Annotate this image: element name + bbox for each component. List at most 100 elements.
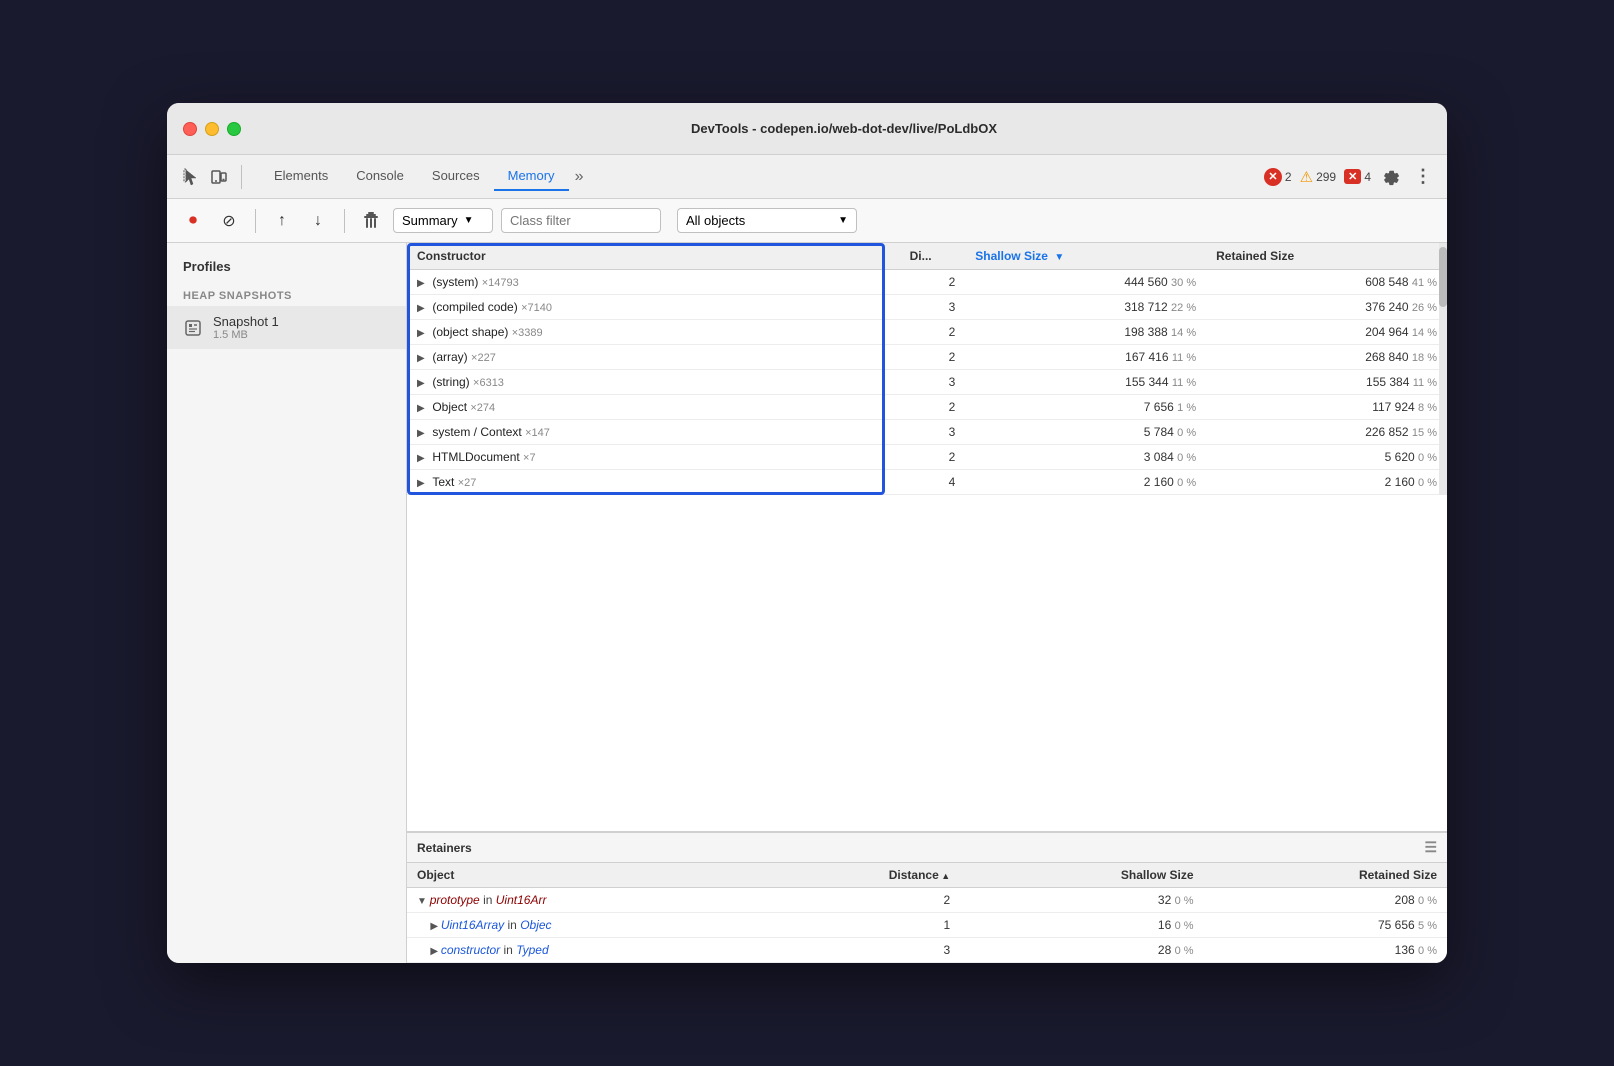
ret-object-cell: ▼ prototype in Uint16Arr bbox=[407, 888, 850, 913]
constructor-name: HTMLDocument bbox=[432, 450, 519, 464]
table-row[interactable]: ▶ system / Context ×147 3 5 784 0 % 226 … bbox=[407, 420, 1447, 445]
more-tabs-button[interactable]: » bbox=[569, 164, 590, 190]
memory-toolbar: ⏺ ⊘ ↑ ↓ Summary ▼ All objects ▼ bbox=[167, 199, 1447, 243]
scrollbar-thumb[interactable] bbox=[1439, 247, 1447, 307]
retained-cell: 5 620 0 % bbox=[1206, 445, 1447, 470]
constructor-name: system / Context bbox=[432, 425, 521, 439]
constructor-count: ×227 bbox=[471, 352, 496, 364]
table-row[interactable]: ▶ HTMLDocument ×7 2 3 084 0 % 5 620 0 % bbox=[407, 445, 1447, 470]
expand-arrow[interactable]: ▶ bbox=[417, 278, 429, 289]
tab-memory[interactable]: Memory bbox=[494, 162, 569, 191]
more-options-icon[interactable]: ⋮ bbox=[1411, 165, 1435, 189]
error-count: 2 bbox=[1285, 170, 1292, 184]
table-row[interactable]: ▶ (string) ×6313 3 155 344 11 % 155 384 … bbox=[407, 370, 1447, 395]
constructor-cell: ▶ (string) ×6313 bbox=[407, 370, 900, 395]
download-button[interactable]: ↓ bbox=[304, 207, 332, 235]
constructor-cell: ▶ (array) ×227 bbox=[407, 345, 900, 370]
ret-distance-cell: 1 bbox=[850, 913, 961, 938]
record-button[interactable]: ⏺ bbox=[179, 207, 207, 235]
expand-arrow[interactable]: ▼ bbox=[417, 896, 430, 907]
col-distance[interactable]: Di... bbox=[900, 243, 966, 270]
error-icon: ✕ bbox=[1264, 168, 1282, 186]
ret-obj2: Typed bbox=[516, 943, 548, 957]
constructor-name: (string) bbox=[432, 375, 469, 389]
snapshot-name: Snapshot 1 bbox=[213, 314, 279, 329]
expand-arrow[interactable]: ▶ bbox=[430, 946, 440, 957]
snapshot-1-item[interactable]: Snapshot 1 1.5 MB bbox=[167, 306, 406, 349]
right-panel: Constructor Di... Shallow Size ▼ bbox=[407, 243, 1447, 963]
table-scrollbar[interactable] bbox=[1439, 243, 1447, 495]
table-row[interactable]: ▶ (system) ×14793 2 444 560 30 % 608 548… bbox=[407, 270, 1447, 295]
expand-arrow[interactable]: ▶ bbox=[417, 378, 429, 389]
table-row[interactable]: ▶ (array) ×227 2 167 416 11 % 268 840 18… bbox=[407, 345, 1447, 370]
table-row[interactable]: ▶ Text ×27 4 2 160 0 % 2 160 0 % bbox=[407, 470, 1447, 495]
shallow-cell: 2 160 0 % bbox=[965, 470, 1206, 495]
retainer-row[interactable]: ▶ constructor in Typed 3 28 0 % 136 0 % bbox=[407, 938, 1447, 963]
ret-middle: in bbox=[504, 918, 520, 932]
ret-col-shallow[interactable]: Shallow Size bbox=[960, 863, 1203, 888]
ret-col-distance[interactable]: Distance bbox=[850, 863, 961, 888]
constructor-cell: ▶ (object shape) ×3389 bbox=[407, 320, 900, 345]
expand-arrow[interactable]: ▶ bbox=[417, 428, 429, 439]
ret-shallow-cell: 32 0 % bbox=[960, 888, 1203, 913]
constructor-count: ×27 bbox=[458, 477, 477, 489]
memory-sep-1 bbox=[255, 209, 256, 233]
maximize-button[interactable] bbox=[227, 122, 241, 136]
title-bar: DevTools - codepen.io/web-dot-dev/live/P… bbox=[167, 103, 1447, 155]
col-retained[interactable]: Retained Size bbox=[1206, 243, 1447, 270]
table-row[interactable]: ▶ (object shape) ×3389 2 198 388 14 % 20… bbox=[407, 320, 1447, 345]
upload-button[interactable]: ↑ bbox=[268, 207, 296, 235]
all-objects-dropdown[interactable]: All objects ▼ bbox=[677, 208, 857, 233]
class-filter-input[interactable] bbox=[501, 208, 661, 233]
minimize-button[interactable] bbox=[205, 122, 219, 136]
expand-arrow[interactable]: ▶ bbox=[430, 921, 440, 932]
ret-middle: in bbox=[480, 893, 496, 907]
ret-obj1: prototype bbox=[430, 893, 480, 907]
shallow-cell: 5 784 0 % bbox=[965, 420, 1206, 445]
collect-garbage-icon[interactable] bbox=[357, 207, 385, 235]
retainer-row[interactable]: ▼ prototype in Uint16Arr 2 32 0 % 208 0 … bbox=[407, 888, 1447, 913]
ret-retained-cell: 136 0 % bbox=[1204, 938, 1447, 963]
settings-icon[interactable] bbox=[1379, 165, 1403, 189]
error-small-icon: ✕ bbox=[1344, 169, 1361, 184]
ret-retained-cell: 75 656 5 % bbox=[1204, 913, 1447, 938]
tab-console[interactable]: Console bbox=[342, 162, 418, 191]
table-row[interactable]: ▶ Object ×274 2 7 656 1 % 117 924 8 % bbox=[407, 395, 1447, 420]
warning-badge: ⚠ 299 bbox=[1300, 168, 1336, 186]
error-small-badge: ✕ 4 bbox=[1344, 169, 1371, 184]
tab-sources[interactable]: Sources bbox=[418, 162, 494, 191]
distance-cell: 2 bbox=[900, 270, 966, 295]
retained-cell: 376 240 26 % bbox=[1206, 295, 1447, 320]
constructor-header-label: Constructor bbox=[417, 249, 486, 263]
expand-arrow[interactable]: ▶ bbox=[417, 303, 429, 314]
retained-cell: 2 160 0 % bbox=[1206, 470, 1447, 495]
tab-elements[interactable]: Elements bbox=[260, 162, 342, 191]
constructor-count: ×3389 bbox=[512, 327, 543, 339]
retained-cell: 204 964 14 % bbox=[1206, 320, 1447, 345]
close-button[interactable] bbox=[183, 122, 197, 136]
select-element-icon[interactable] bbox=[179, 165, 203, 189]
retainer-row[interactable]: ▶ Uint16Array in Objec 1 16 0 % 75 656 5… bbox=[407, 913, 1447, 938]
expand-arrow[interactable]: ▶ bbox=[417, 353, 429, 364]
clear-button[interactable]: ⊘ bbox=[215, 207, 243, 235]
ret-col-retained[interactable]: Retained Size bbox=[1204, 863, 1447, 888]
expand-arrow[interactable]: ▶ bbox=[417, 403, 429, 414]
summary-dropdown[interactable]: Summary ▼ bbox=[393, 208, 493, 233]
expand-arrow[interactable]: ▶ bbox=[417, 478, 429, 489]
distance-cell: 3 bbox=[900, 370, 966, 395]
device-toolbar-icon[interactable] bbox=[207, 165, 231, 189]
constructor-count: ×274 bbox=[470, 402, 495, 414]
col-shallow[interactable]: Shallow Size ▼ bbox=[965, 243, 1206, 270]
constructor-cell: ▶ (compiled code) ×7140 bbox=[407, 295, 900, 320]
devtools-tabs: Elements Console Sources Memory » bbox=[260, 162, 589, 191]
expand-arrow[interactable]: ▶ bbox=[417, 328, 429, 339]
constructor-cell: ▶ Text ×27 bbox=[407, 470, 900, 495]
memory-sep-2 bbox=[344, 209, 345, 233]
table-row[interactable]: ▶ (compiled code) ×7140 3 318 712 22 % 3… bbox=[407, 295, 1447, 320]
constructor-count: ×6313 bbox=[473, 377, 504, 389]
retainers-table: Object Distance Shallow Size Retained Si… bbox=[407, 863, 1447, 963]
expand-arrow[interactable]: ▶ bbox=[417, 453, 429, 464]
ret-col-object[interactable]: Object bbox=[407, 863, 850, 888]
ret-shallow-cell: 16 0 % bbox=[960, 913, 1203, 938]
retainers-section: Retainers ☰ Object Distance Shallow Size… bbox=[407, 831, 1447, 963]
